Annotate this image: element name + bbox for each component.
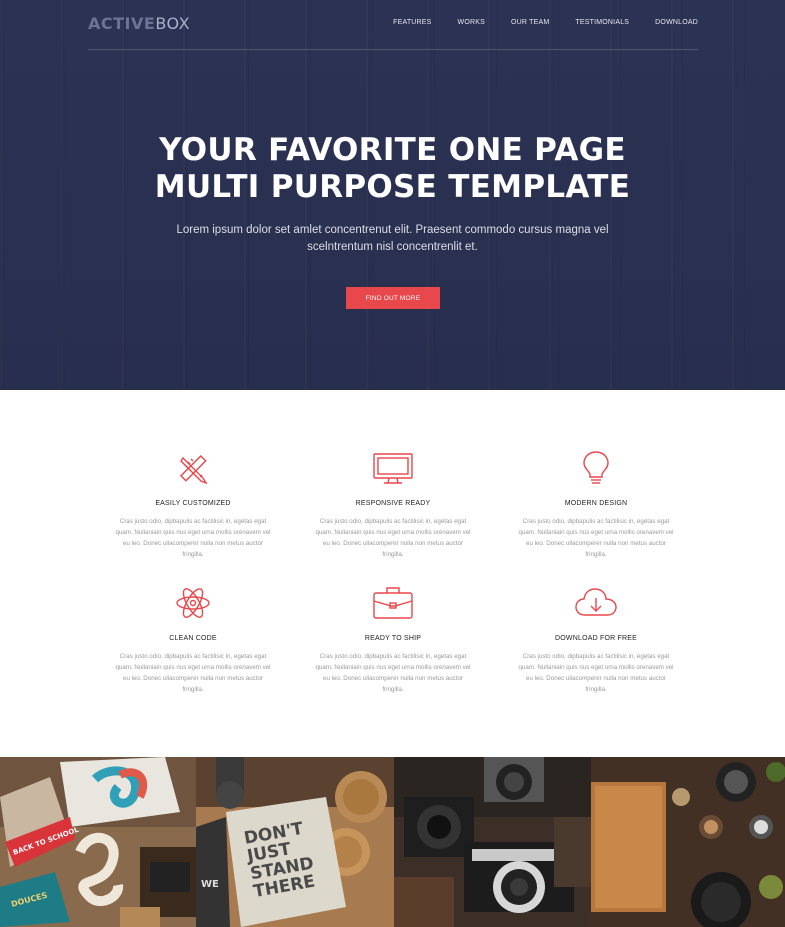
main-nav: FEATURES WORKS OUR TEAM TESTIMONIALS DOW… — [367, 19, 698, 26]
hero-title-line2: MULTI PURPOSE TEMPLATE — [154, 169, 631, 205]
cloud-download-icon — [501, 583, 691, 623]
feature-title: RESPONSIVE READY — [355, 500, 431, 507]
feature-easily-customized: EASILY CUSTOMIZED Cras justo odio, dipba… — [98, 448, 288, 560]
feature-description: Cras justo odio, dipbapulis ac factilisi… — [115, 518, 271, 558]
brand-logo[interactable]: ACTIVEBOX — [88, 14, 190, 33]
feature-title: READY TO SHIP — [364, 635, 422, 642]
lightbulb-icon — [501, 448, 691, 488]
nav-download[interactable]: DOWNLOAD — [655, 19, 698, 26]
feature-title: MODERN DESIGN — [564, 500, 628, 507]
side-book-text: WE — [201, 879, 219, 890]
hero-title: YOUR FAVORITE ONE PAGE MULTI PURPOSE TEM… — [0, 132, 785, 206]
feature-modern-design: MODERN DESIGN Cras justo odio, dipbapuli… — [501, 448, 691, 560]
feature-title: DOWNLOAD FOR FREE — [555, 635, 637, 642]
gallery-tile-4[interactable] — [591, 757, 785, 927]
nav-testimonials[interactable]: TESTIMONIALS — [575, 19, 629, 26]
feature-clean-code: CLEAN CODE Cras justo odio, dipbapulis a… — [98, 583, 288, 695]
find-out-more-button[interactable]: FIND OUT MORE — [346, 287, 440, 309]
feature-description: Cras justo odio, dipbapulis ac factilisi… — [315, 653, 471, 693]
feature-description: Cras justo odio, dipbapulis ac factilisi… — [518, 653, 674, 693]
feature-responsive-ready: RESPONSIVE READY Cras justo odio, dipbap… — [298, 448, 488, 560]
works-gallery: BACK TO SCHOOL DOUCES WE DON'T JUST STAN… — [0, 757, 785, 927]
atom-icon — [98, 583, 288, 623]
gallery-image-3 — [394, 757, 591, 927]
pencil-ruler-icon — [98, 448, 288, 488]
briefcase-icon — [298, 583, 488, 623]
monitor-icon — [298, 448, 488, 488]
gallery-tile-1[interactable]: BACK TO SCHOOL DOUCES — [0, 757, 196, 927]
logo-part-box: BOX — [155, 14, 191, 33]
hero-subtitle: Lorem ipsum dolor set amlet concentrenut… — [176, 224, 609, 253]
nav-works[interactable]: WORKS — [458, 19, 485, 26]
feature-title: EASILY CUSTOMIZED — [155, 500, 231, 507]
feature-ready-to-ship: READY TO SHIP Cras justo odio, dipbapuli… — [298, 583, 488, 695]
logo-part-active: ACTIVE — [88, 14, 156, 33]
gallery-tile-3[interactable] — [394, 757, 591, 927]
feature-description: Cras justo odio, dipbapulis ac factilisi… — [115, 653, 271, 693]
feature-title: CLEAN CODE — [169, 635, 217, 642]
gallery-image-1: BACK TO SCHOOL DOUCES — [0, 757, 196, 927]
hero-section: ACTIVEBOX FEATURES WORKS OUR TEAM TESTIM… — [0, 0, 785, 390]
nav-features[interactable]: FEATURES — [393, 19, 431, 26]
hero-title-line1: YOUR FAVORITE ONE PAGE — [159, 132, 626, 168]
feature-download-for-free: DOWNLOAD FOR FREE Cras justo odio, dipba… — [501, 583, 691, 695]
gallery-image-4 — [591, 757, 785, 927]
nav-our-team[interactable]: OUR TEAM — [511, 19, 549, 26]
gallery-tile-2[interactable]: WE DON'T JUST STAND THERE — [196, 757, 394, 927]
gallery-image-2: WE DON'T JUST STAND THERE — [196, 757, 394, 927]
feature-description: Cras justo odio, dipbapulis ac factilisi… — [518, 518, 674, 558]
nav-divider — [88, 49, 698, 50]
feature-description: Cras justo odio, dipbapulis ac factilisi… — [315, 518, 471, 558]
